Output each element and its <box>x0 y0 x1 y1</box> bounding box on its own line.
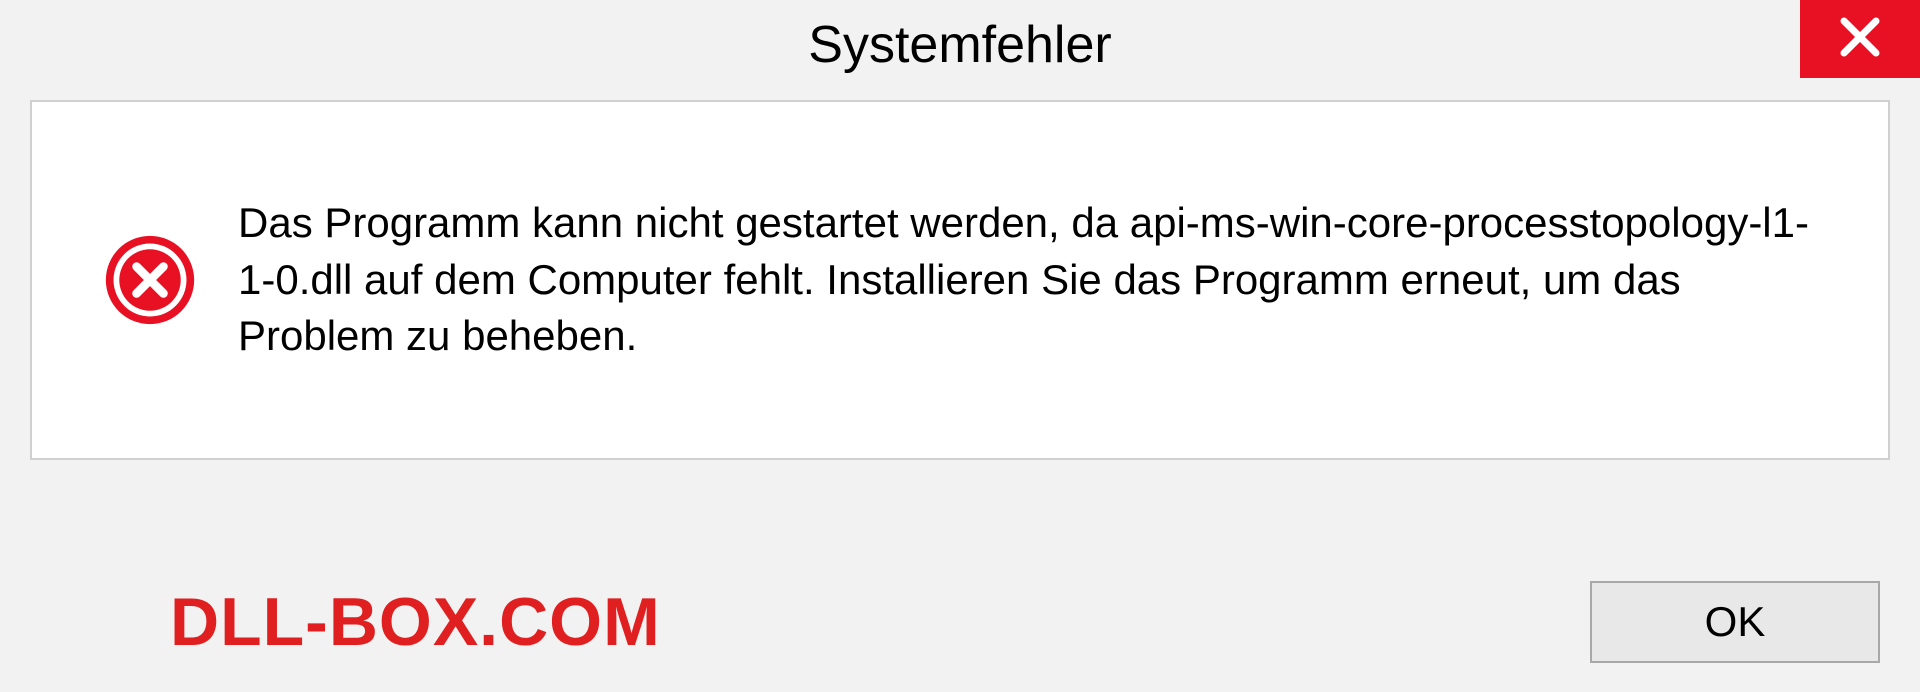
dialog-footer: DLL-BOX.COM OK <box>0 552 1920 692</box>
close-button[interactable] <box>1800 0 1920 78</box>
title-bar: Systemfehler <box>0 0 1920 90</box>
dialog-title: Systemfehler <box>808 15 1111 75</box>
close-icon <box>1836 13 1884 66</box>
watermark-text: DLL-BOX.COM <box>170 583 661 661</box>
ok-button[interactable]: OK <box>1590 581 1880 663</box>
error-icon <box>102 232 198 328</box>
error-message: Das Programm kann nicht gestartet werden… <box>238 195 1828 365</box>
dialog-content: Das Programm kann nicht gestartet werden… <box>30 100 1890 460</box>
